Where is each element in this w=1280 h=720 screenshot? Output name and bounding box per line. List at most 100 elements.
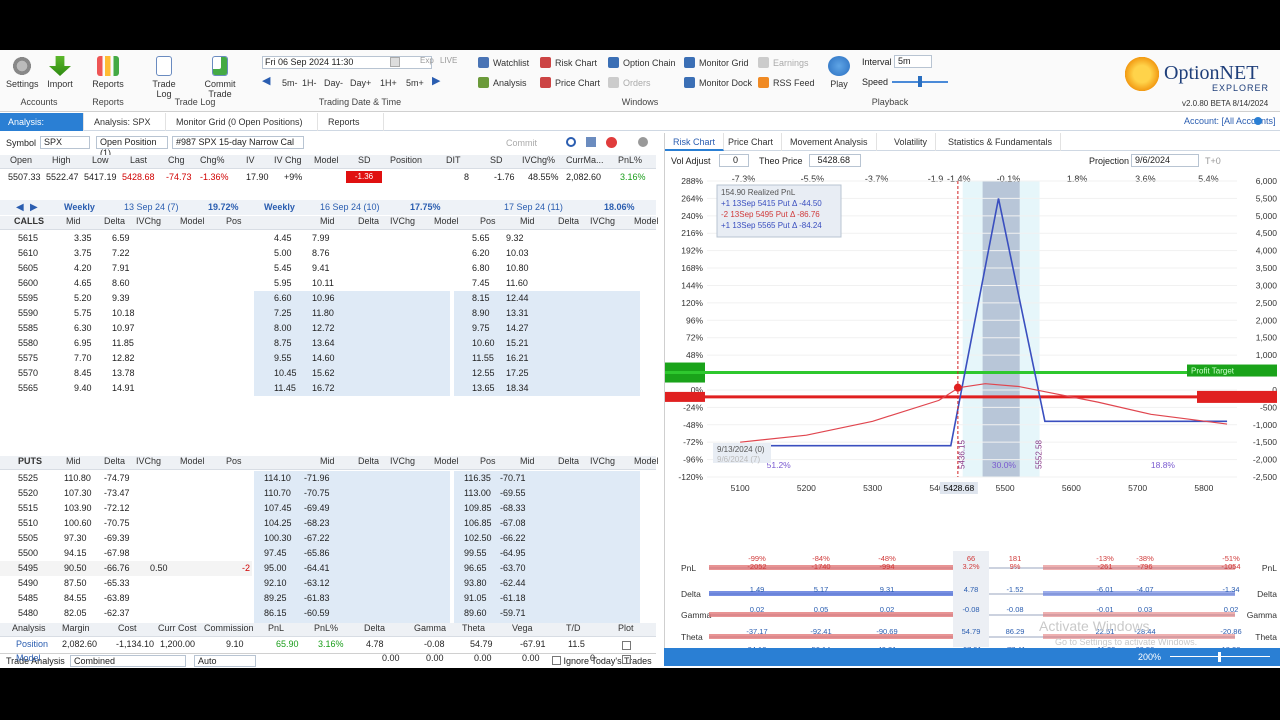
- rss-feed-button[interactable]: RSS Feed: [758, 77, 815, 88]
- step-day-fwd[interactable]: Day+: [350, 78, 371, 88]
- projection-date-select[interactable]: 9/6/2024: [1131, 154, 1199, 167]
- step-1h-fwd[interactable]: 1H+: [380, 78, 397, 88]
- chain-col-header: IVChg: [590, 216, 616, 226]
- earnings-button[interactable]: Earnings: [758, 57, 809, 68]
- chain-cell: 5.95: [274, 278, 292, 288]
- layout-icon[interactable]: [586, 137, 596, 147]
- vol-adjust-input[interactable]: 0: [719, 154, 749, 167]
- step-5m-back[interactable]: 5m-: [282, 78, 298, 88]
- tab-statistics-fundamentals[interactable]: Statistics & Fundamentals: [940, 133, 1062, 151]
- put-row[interactable]: 5505 97.30 -69.39 100.30 -67.22 102.50 -66.22: [0, 531, 652, 546]
- ta-model-row[interactable]: Model 0.00 0.00 0.00 0.00 0: [0, 653, 656, 667]
- play-button[interactable]: Play: [824, 56, 854, 89]
- live-button[interactable]: LIVE: [440, 56, 457, 65]
- call-row[interactable]: 5565 9.40 14.91 11.45 16.72 13.65 18.34: [0, 381, 652, 396]
- put-row[interactable]: 5485 84.55 -63.89 89.25 -61.83 91.05 -61.18: [0, 591, 652, 606]
- put-row[interactable]: 5495 90.50 -66.76 0.50 -2 95.00 -64.41 96.65 -63…: [0, 561, 652, 576]
- call-row[interactable]: 5605 4.20 7.91 5.45 9.41 6.80 10.80: [0, 261, 652, 276]
- chain-cell: 116.35: [464, 473, 491, 483]
- put-row[interactable]: 5500 94.15 -67.98 97.45 -65.86 99.55 -64.95: [0, 546, 652, 561]
- orders-button[interactable]: Orders: [608, 77, 651, 88]
- projection-label: Projection: [1089, 156, 1130, 166]
- x-axis-tick: 5800: [1194, 483, 1213, 493]
- exp-button[interactable]: Exp: [420, 56, 434, 65]
- position-name-select[interactable]: #987 SPX 15-day Narrow Cal: [172, 136, 304, 149]
- theta-value: 54.79: [962, 627, 981, 636]
- t-plus-button[interactable]: T+0: [1205, 156, 1221, 166]
- interval-select[interactable]: 5m: [894, 55, 932, 68]
- trading-datetime-input[interactable]: Fri 06 Sep 2024 11:30: [262, 56, 432, 69]
- call-row[interactable]: 5595 5.20 9.39 6.60 10.96 8.15 12.44: [0, 291, 652, 306]
- ta-position-row[interactable]: Position 2,082.60 -1,134.10 1,200.00 9.10 65.…: [0, 639, 656, 653]
- put-row[interactable]: 5515 103.90 -72.12 107.45 -69.49 109.85 -68.33: [0, 501, 652, 516]
- commit-button[interactable]: Commit: [506, 138, 537, 148]
- left-axis-tick: 264%: [681, 193, 703, 203]
- plot-model-checkbox[interactable]: [622, 655, 631, 664]
- settings-dot-icon[interactable]: [1254, 117, 1262, 125]
- put-row[interactable]: 5525 110.80 -74.79 114.10 -71.96 116.35 -70.71: [0, 471, 652, 486]
- step-day-back[interactable]: Day-: [324, 78, 343, 88]
- call-row[interactable]: 5590 5.75 10.18 7.25 11.80 8.90 13.31: [0, 306, 652, 321]
- next-exp-icon[interactable]: ▶: [30, 202, 38, 213]
- call-row[interactable]: 5585 6.30 10.97 8.00 12.72 9.75 14.27: [0, 321, 652, 336]
- call-row[interactable]: 5610 3.75 7.22 5.00 8.76 6.20 10.03: [0, 246, 652, 261]
- right-axis-tick: 5,000: [1256, 211, 1278, 221]
- rss-icon: [758, 77, 769, 88]
- call-row[interactable]: 5600 4.65 8.60 5.95 10.11 7.45 11.60: [0, 276, 652, 291]
- left-axis-tick: 96%: [686, 315, 703, 325]
- import-button[interactable]: Import: [46, 56, 74, 89]
- trade-log-button[interactable]: Trade Log: [144, 56, 184, 99]
- tab-price-chart[interactable]: Price Chart: [720, 133, 783, 151]
- close-position-icon[interactable]: [606, 137, 617, 148]
- legend-entry: -2 13Sep 5495 Put Δ -86.76: [721, 210, 820, 219]
- symbol-select[interactable]: SPX: [40, 136, 90, 149]
- put-row[interactable]: 5510 100.60 -70.75 104.25 -68.23 106.85 -67.08: [0, 516, 652, 531]
- tab-reports[interactable]: Reports: [320, 113, 384, 131]
- reports-button[interactable]: Reports: [92, 56, 124, 89]
- theo-price-input[interactable]: 5428.68: [809, 154, 861, 167]
- chain-col-header: Delta: [358, 216, 380, 226]
- search-icon[interactable]: [566, 137, 576, 147]
- tab-movement-analysis[interactable]: Movement Analysis: [782, 133, 877, 151]
- risk-chart-button[interactable]: Risk Chart: [540, 57, 597, 68]
- tab-volatility[interactable]: Volatility: [886, 133, 937, 151]
- put-row[interactable]: 5480 82.05 -62.37 86.15 -60.59 89.60 -59.71: [0, 606, 652, 621]
- open-position-select[interactable]: Open Position (1): [96, 136, 168, 158]
- option-chain-button[interactable]: Option Chain: [608, 57, 676, 68]
- panel-gear-icon[interactable]: [638, 137, 648, 147]
- step-5m-fwd[interactable]: 5m+: [406, 78, 424, 88]
- tab-analysis-spx-active[interactable]: Analysis: SPX✕: [0, 113, 84, 145]
- plot-position-checkbox[interactable]: [622, 641, 631, 650]
- call-row[interactable]: 5575 7.70 12.82 9.55 14.60 11.55 16.21: [0, 351, 652, 366]
- put-row[interactable]: 5490 87.50 -65.33 92.10 -63.12 93.80 -62.44: [0, 576, 652, 591]
- tab-monitor-grid[interactable]: Monitor Grid (0 Open Positions): [168, 113, 318, 131]
- monitor-grid-button[interactable]: Monitor Grid: [684, 57, 749, 68]
- chain-cell: 8.75: [274, 338, 292, 348]
- put-row[interactable]: 5520 107.30 -73.47 110.70 -70.75 113.00 -69.55: [0, 486, 652, 501]
- analysis-button[interactable]: Analysis: [478, 77, 527, 88]
- chain-cell: 9.75: [472, 323, 490, 333]
- price-chart-button[interactable]: Price Chart: [540, 77, 600, 88]
- strike-cell: 5485: [18, 593, 39, 603]
- call-row[interactable]: 5570 8.45 13.78 10.45 15.62 12.55 17.25: [0, 366, 652, 381]
- risk-chart[interactable]: -7.3% -5.5% -3.7% -1.9 -1.4% -0.1% 1.8% 3.6% 5.4…: [665, 173, 1280, 553]
- strike-cell: 5580: [18, 338, 39, 348]
- watchlist-button[interactable]: Watchlist: [478, 57, 529, 68]
- commit-trade-button[interactable]: Commit Trade: [192, 56, 248, 99]
- tab-analysis-spx[interactable]: Analysis: SPX: [86, 113, 166, 131]
- prev-exp-icon[interactable]: ◀: [16, 202, 24, 213]
- ta-col-header: T/D: [566, 623, 581, 633]
- step-1h-back[interactable]: 1H-: [302, 78, 317, 88]
- tab-risk-chart[interactable]: Risk Chart: [665, 133, 725, 151]
- monitor-dock-button[interactable]: Monitor Dock: [684, 77, 752, 88]
- call-row[interactable]: 5615 3.35 6.59 4.45 7.99 5.65 9.32: [0, 231, 652, 246]
- step-back-icon[interactable]: ◀: [262, 76, 272, 87]
- zoom-slider-thumb[interactable]: [1218, 652, 1221, 662]
- speed-slider-thumb[interactable]: [918, 76, 922, 87]
- call-row[interactable]: 5580 6.95 11.85 8.75 13.64 10.60 15.21: [0, 336, 652, 351]
- step-forward-icon[interactable]: ▶: [432, 76, 442, 87]
- calendar-icon[interactable]: [390, 57, 400, 67]
- grid-icon: [684, 57, 695, 68]
- chain-cell: -59.71: [500, 608, 526, 618]
- settings-button[interactable]: Settings: [6, 56, 39, 89]
